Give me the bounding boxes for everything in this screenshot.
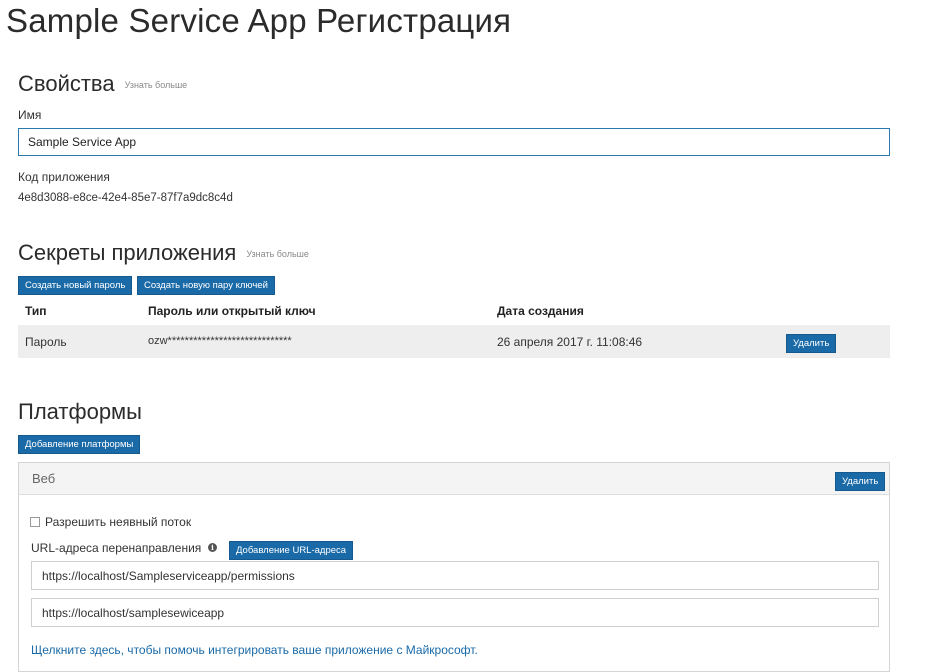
platforms-heading: Платформы (18, 399, 142, 424)
redirect-urls-label: URL-адреса перенаправления (31, 541, 202, 555)
page-title: Sample Service App Регистрация (6, 2, 512, 39)
secrets-learn-more-link[interactable]: Узнать больше (246, 249, 309, 259)
secret-type-cell: Пароль (25, 335, 67, 349)
column-header-created: Дата создания (497, 304, 584, 318)
app-id-label: Код приложения (18, 170, 110, 184)
properties-heading: Свойства Узнать больше (18, 71, 187, 97)
secrets-heading-text: Секреты приложения (18, 240, 237, 265)
delete-platform-button[interactable]: Удалить (835, 472, 886, 491)
column-header-type: Тип (25, 304, 47, 318)
secret-key-cell: ozw***************************** (148, 335, 292, 347)
delete-secret-button[interactable]: Удалить (786, 334, 837, 353)
info-icon[interactable]: i (208, 543, 217, 552)
redirect-url-input-1[interactable] (31, 561, 879, 590)
new-keypair-button[interactable]: Создать новую пару ключей (137, 276, 275, 295)
app-id-value: 4e8d3088-e8ce-42e4-85e7-87f7a9dc8c4d (18, 192, 233, 204)
implicit-flow-label: Разрешить неявный поток (45, 515, 192, 529)
secrets-heading: Секреты приложения Узнать больше (18, 240, 309, 266)
name-input[interactable] (18, 128, 890, 156)
add-url-button[interactable]: Добавление URL-адреса (229, 541, 354, 560)
add-platform-button[interactable]: Добавление платформы (18, 435, 141, 454)
column-header-key: Пароль или открытый ключ (148, 304, 316, 318)
secret-created-cell: 26 апреля 2017 г. 11:08:46 (497, 335, 643, 349)
implicit-flow-checkbox[interactable] (30, 517, 40, 527)
web-platform-title: Веб (32, 471, 56, 486)
properties-heading-text: Свойства (18, 71, 115, 96)
redirect-url-input-2[interactable] (31, 598, 879, 627)
integration-help-link[interactable]: Щелкните здесь, чтобы помочь интегрирова… (31, 643, 478, 657)
web-platform-header: Веб (19, 463, 889, 495)
new-password-button[interactable]: Создать новый пароль (18, 276, 133, 295)
properties-learn-more-link[interactable]: Узнать больше (125, 80, 188, 90)
name-label: Имя (18, 108, 42, 122)
